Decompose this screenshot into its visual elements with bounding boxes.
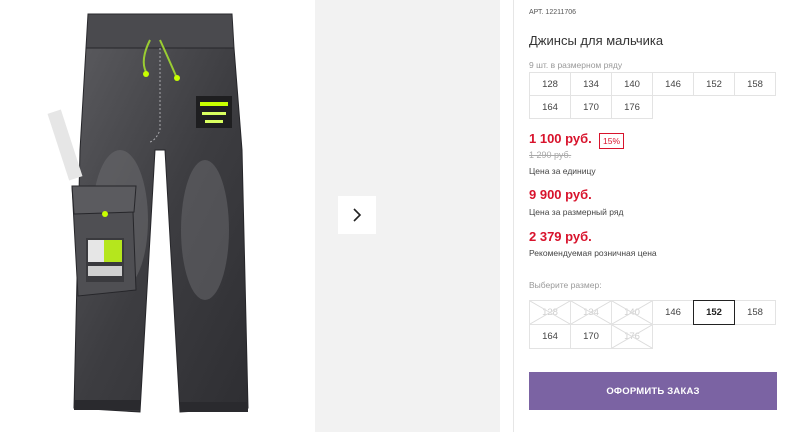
unavailable-cross-icon bbox=[571, 301, 611, 324]
chevron-right-icon bbox=[353, 208, 362, 222]
discount-badge: 15% bbox=[599, 133, 625, 149]
size-row-cell: 140 bbox=[611, 72, 653, 96]
size-option-170[interactable]: 170 bbox=[570, 324, 612, 349]
divider bbox=[513, 0, 514, 432]
row-price-caption: Цена за размерный ряд bbox=[529, 207, 624, 217]
size-option-label: 170 bbox=[583, 331, 599, 342]
size-row-cell: 134 bbox=[570, 72, 612, 96]
unavailable-cross-icon bbox=[530, 301, 570, 324]
product-image-main[interactable] bbox=[0, 0, 300, 432]
size-row-cell: 176 bbox=[611, 95, 653, 119]
size-row-cell: 146 bbox=[652, 72, 694, 96]
size-option-164[interactable]: 164 bbox=[529, 324, 571, 349]
product-title: Джинсы для мальчика bbox=[529, 33, 664, 48]
size-select-label: Выберите размер: bbox=[529, 280, 602, 290]
sku-value: 12211706 bbox=[545, 9, 577, 16]
old-price: 1 290 руб. bbox=[529, 150, 572, 160]
size-row-grid: 128 134 140 146 152 158 164 170 176 bbox=[529, 72, 776, 119]
size-option-128: 128 bbox=[529, 300, 571, 325]
size-row-cell: 152 bbox=[693, 72, 735, 96]
size-option-label: 152 bbox=[706, 307, 722, 318]
unit-price: 1 100 руб. bbox=[529, 131, 592, 146]
size-row-caption: 9 шт. в размерном ряду bbox=[529, 60, 623, 70]
size-option-label: 158 bbox=[747, 307, 763, 318]
rrp-caption: Рекомендуемая розничная цена bbox=[529, 248, 657, 258]
size-option-140: 140 bbox=[611, 300, 653, 325]
size-row-cell: 158 bbox=[734, 72, 776, 96]
size-option-176: 176 bbox=[611, 324, 653, 349]
jeans-image bbox=[47, 13, 249, 413]
size-option-134: 134 bbox=[570, 300, 612, 325]
unit-price-caption: Цена за единицу bbox=[529, 166, 596, 176]
size-option-146[interactable]: 146 bbox=[652, 300, 694, 325]
size-option-152[interactable]: 152 bbox=[693, 300, 735, 325]
row-price: 9 900 руб. bbox=[529, 187, 592, 202]
size-row-cell: 128 bbox=[529, 72, 571, 96]
size-row-cell: 164 bbox=[529, 95, 571, 119]
unavailable-cross-icon bbox=[612, 325, 652, 348]
size-row-cell: 170 bbox=[570, 95, 612, 119]
order-button[interactable]: ОФОРМИТЬ ЗАКАЗ bbox=[529, 372, 777, 410]
size-selector: 128134140 146 152 158 164 170 176 bbox=[529, 300, 776, 349]
sku: АРТ. 12211706 bbox=[529, 9, 576, 16]
sku-label: АРТ. bbox=[529, 9, 544, 16]
next-image-button[interactable] bbox=[338, 196, 376, 234]
size-option-158[interactable]: 158 bbox=[734, 300, 776, 325]
unavailable-cross-icon bbox=[612, 301, 652, 324]
rrp-price: 2 379 руб. bbox=[529, 229, 592, 244]
size-option-label: 164 bbox=[542, 331, 558, 342]
size-option-label: 146 bbox=[665, 307, 681, 318]
